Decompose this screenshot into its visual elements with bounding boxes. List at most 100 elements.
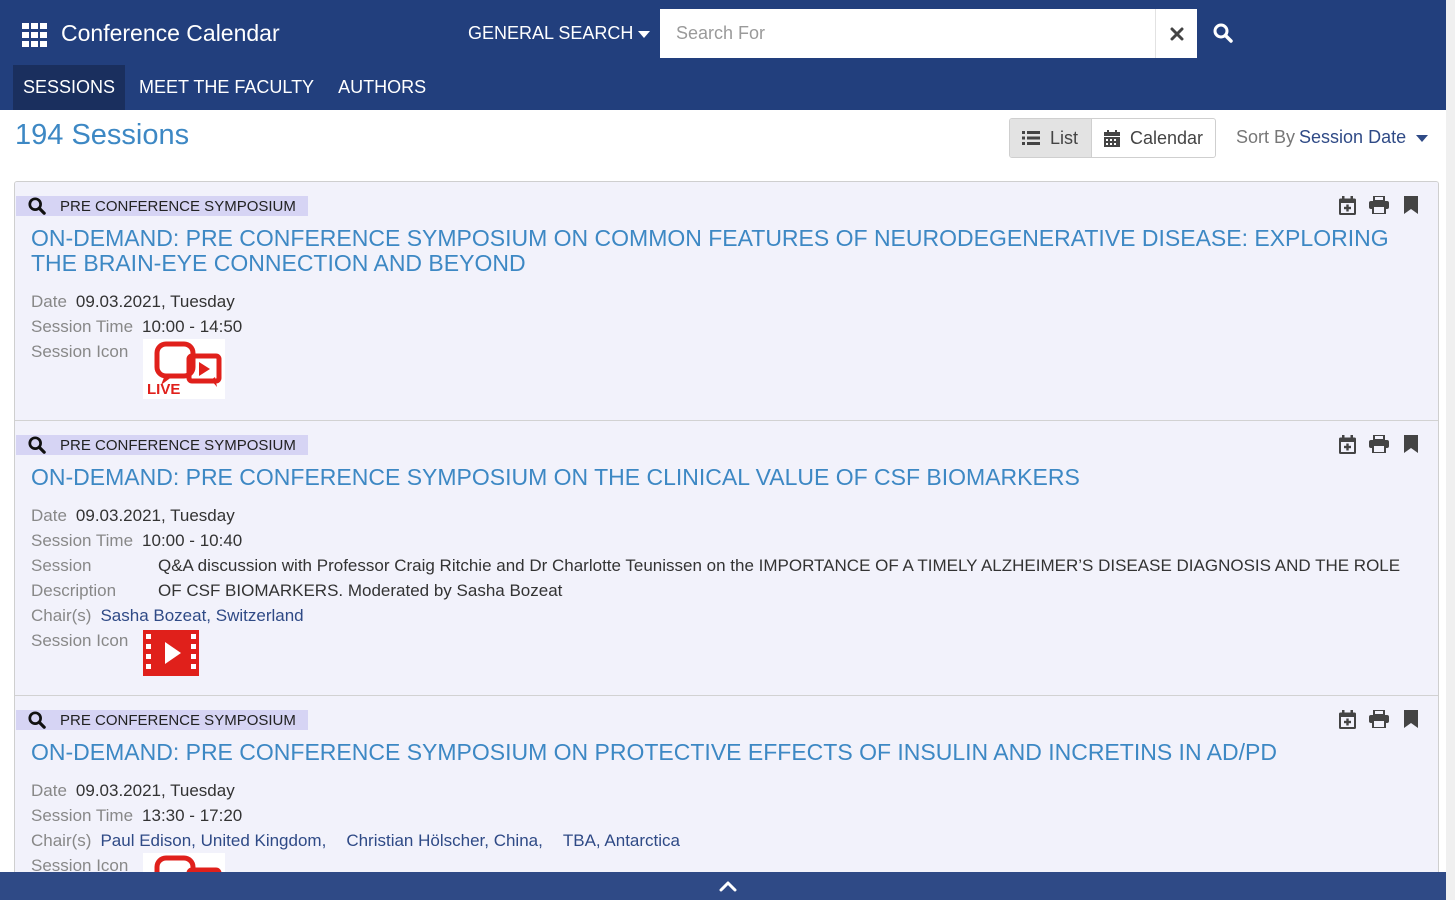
date-label: Date (31, 506, 67, 525)
live-icon-text: LIVE (147, 381, 180, 398)
search-icon (28, 197, 46, 215)
print-button[interactable] (1368, 433, 1390, 455)
calendar-plus-icon (1338, 195, 1356, 215)
session-title-link[interactable]: ON-DEMAND: PRE CONFERENCE SYMPOSIUM ON P… (31, 740, 1421, 765)
sort-by-value: Session Date (1299, 127, 1407, 147)
sort-by-dropdown[interactable]: Sort By Session Date (1236, 127, 1429, 148)
time-value: 10:00 - 14:50 (142, 317, 243, 336)
chair-link[interactable]: TBA, Antarctica (563, 831, 680, 850)
description-label-line2: Description (31, 581, 117, 600)
time-row: Session Time 10:00 - 10:40 (31, 528, 242, 553)
apps-grid-icon[interactable] (22, 23, 48, 47)
description-label: Session Description (31, 553, 151, 603)
track-badge[interactable]: PRE CONFERENCE SYMPOSIUM (16, 435, 308, 455)
search-icon (28, 711, 46, 729)
add-to-calendar-button[interactable] (1336, 194, 1358, 216)
print-icon (1369, 435, 1389, 453)
bookmark-button[interactable] (1400, 433, 1422, 455)
bookmark-button[interactable] (1400, 194, 1422, 216)
calendar-plus-icon (1338, 709, 1356, 729)
chairs-label: Chair(s) (31, 831, 92, 850)
list-view-label: List (1050, 127, 1079, 148)
bookmark-button[interactable] (1400, 708, 1422, 730)
calendar-icon (1103, 129, 1120, 147)
session-actions (1336, 194, 1422, 216)
session-count-title: 194 Sessions (15, 119, 190, 151)
search-type-dropdown[interactable]: GENERAL SEARCH (468, 23, 651, 44)
session-card: PRE CONFERENCE SYMPOSIUM ON-DEMAND: PRE … (15, 182, 1438, 421)
chair-link[interactable]: Christian Hölscher, China, (346, 831, 543, 850)
sort-by-label: Sort By (1236, 127, 1296, 147)
description-text: Q&A discussion with Professor Craig Ritc… (158, 556, 1401, 600)
chevron-up-icon (719, 881, 736, 891)
live-icon: LIVE (143, 339, 225, 399)
chairs-label: Chair(s) (31, 606, 92, 625)
app-title[interactable]: Conference Calendar (61, 20, 280, 47)
date-row: Date 09.03.2021, Tuesday (31, 289, 235, 314)
chair-link[interactable]: Sasha Bozeat, Switzerland (100, 606, 303, 625)
bookmark-icon (1404, 196, 1418, 214)
track-label: PRE CONFERENCE SYMPOSIUM (60, 436, 296, 454)
caret-down-icon (1416, 134, 1429, 142)
print-icon (1369, 710, 1389, 728)
close-icon (1170, 27, 1183, 40)
icon-row: Session Icon (31, 628, 137, 653)
date-row: Date 09.03.2021, Tuesday (31, 778, 235, 803)
session-card: PRE CONFERENCE SYMPOSIUM ON-DEMAND: PRE … (15, 421, 1438, 696)
calendar-plus-icon (1338, 434, 1356, 454)
list-view-button[interactable]: List (1010, 119, 1092, 157)
session-actions (1336, 708, 1422, 730)
chairs-row: Chair(s) Sasha Bozeat, Switzerland (31, 603, 304, 628)
tab-authors[interactable]: AUTHORS (328, 65, 436, 110)
date-row: Date 09.03.2021, Tuesday (31, 503, 235, 528)
time-value: 13:30 - 17:20 (142, 806, 243, 825)
search-button[interactable] (1206, 14, 1240, 52)
date-label: Date (31, 781, 67, 800)
bookmark-icon (1404, 710, 1418, 728)
search-icon (28, 436, 46, 454)
video-play-icon (143, 630, 199, 676)
add-to-calendar-button[interactable] (1336, 433, 1358, 455)
chair-link[interactable]: Paul Edison, United Kingdom, (100, 831, 326, 850)
date-value: 09.03.2021, Tuesday (75, 506, 235, 525)
time-value: 10:00 - 10:40 (142, 531, 243, 550)
search-icon (1213, 23, 1233, 43)
calendar-view-button[interactable]: Calendar (1092, 119, 1215, 157)
session-title-link[interactable]: ON-DEMAND: PRE CONFERENCE SYMPOSIUM ON C… (31, 226, 1421, 276)
time-row: Session Time 10:00 - 14:50 (31, 314, 242, 339)
time-label: Session Time (31, 531, 134, 550)
view-toggle: List Calendar (1009, 118, 1216, 158)
session-icon-label: Session Icon (31, 631, 129, 650)
track-label: PRE CONFERENCE SYMPOSIUM (60, 197, 296, 215)
print-button[interactable] (1368, 708, 1390, 730)
tab-sessions[interactable]: SESSIONS (13, 65, 126, 110)
session-actions (1336, 433, 1422, 455)
main-tabs: SESSIONS MEET THE FACULTY AUTHORS (13, 65, 440, 110)
top-navigation-bar: Conference Calendar GENERAL SEARCH SESSI… (0, 0, 1455, 110)
print-button[interactable] (1368, 194, 1390, 216)
session-title-link[interactable]: ON-DEMAND: PRE CONFERENCE SYMPOSIUM ON T… (31, 465, 1421, 490)
time-label: Session Time (31, 806, 134, 825)
track-badge[interactable]: PRE CONFERENCE SYMPOSIUM (16, 710, 308, 730)
session-list: PRE CONFERENCE SYMPOSIUM ON-DEMAND: PRE … (14, 181, 1439, 900)
chairs-row: Chair(s) Paul Edison, United Kingdom, Chri… (31, 828, 680, 853)
clear-search-button[interactable] (1155, 9, 1197, 58)
add-to-calendar-button[interactable] (1336, 708, 1358, 730)
scroll-to-top-bar[interactable] (0, 872, 1455, 900)
search-input[interactable] (660, 9, 1155, 58)
tab-meet-the-faculty[interactable]: MEET THE FACULTY (129, 65, 324, 110)
date-label: Date (31, 292, 67, 311)
time-row: Session Time 13:30 - 17:20 (31, 803, 242, 828)
search-type-label: GENERAL SEARCH (468, 23, 634, 43)
bookmark-icon (1404, 435, 1418, 453)
track-badge[interactable]: PRE CONFERENCE SYMPOSIUM (16, 196, 308, 216)
calendar-view-label: Calendar (1129, 127, 1203, 148)
page-scrollbar[interactable] (1446, 0, 1455, 900)
icon-row: Session Icon (31, 339, 137, 364)
date-value: 09.03.2021, Tuesday (75, 781, 235, 800)
time-label: Session Time (31, 317, 134, 336)
date-value: 09.03.2021, Tuesday (75, 292, 235, 311)
session-icon-label: Session Icon (31, 342, 129, 361)
track-label: PRE CONFERENCE SYMPOSIUM (60, 711, 296, 729)
list-icon (1022, 131, 1040, 145)
